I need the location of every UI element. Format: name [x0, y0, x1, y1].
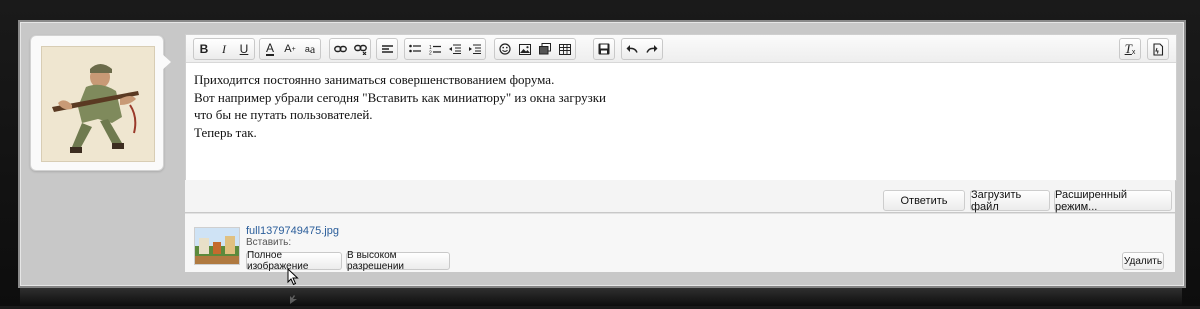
bold-icon[interactable]: B: [194, 39, 214, 59]
toolbar-group-source: [1147, 38, 1169, 60]
upload-file-button[interactable]: Загрузить файл: [970, 189, 1050, 213]
toolbar-group-align: [376, 38, 398, 60]
avatar: [41, 46, 155, 162]
gallery-icon[interactable]: [535, 39, 555, 59]
font-face-icon[interactable]: aa: [300, 39, 320, 59]
bullet-list-icon[interactable]: [405, 39, 425, 59]
toolbar-group-insert: [494, 38, 576, 60]
svg-text:2: 2: [429, 50, 432, 55]
post-text[interactable]: Приходится постоянно заниматься совершен…: [194, 71, 1166, 141]
image-icon[interactable]: [515, 39, 535, 59]
attachment-thumbnail[interactable]: [194, 227, 240, 265]
post-frame: B I U A A + aa 1 2 T x Приходится постоя…: [20, 22, 1184, 286]
clear-format-icon[interactable]: Tx: [1120, 39, 1140, 59]
numbered-list-icon[interactable]: 12: [425, 39, 445, 59]
text-line: Вот например убрали сегодня "Вставить ка…: [194, 89, 606, 105]
action-bar: Ответить Загрузить файл Расширенный режи…: [185, 180, 1175, 213]
advanced-mode-button[interactable]: Расширенный режим...: [1054, 189, 1172, 213]
unlink-icon[interactable]: [350, 39, 370, 59]
toolbar-group-style: B I U: [193, 38, 255, 60]
avatar-card: [30, 35, 164, 171]
avatar-pointer: [161, 53, 171, 71]
attachment-filename-link[interactable]: full1379749475.jpg: [246, 225, 339, 237]
reply-button[interactable]: Ответить: [883, 190, 965, 211]
toolbar-group-link: [329, 38, 371, 60]
insert-high-res-button[interactable]: В высоком разрешении: [346, 250, 450, 272]
editor-toolbar: B I U A A + aa 1 2 T x: [186, 35, 1176, 63]
cursor-reflection-icon: [289, 290, 299, 309]
italic-icon[interactable]: I: [214, 39, 234, 59]
attachment-row: full1379749475.jpg Вставить: Полное изоб…: [185, 213, 1175, 272]
indent-icon[interactable]: [465, 39, 485, 59]
table-icon[interactable]: [555, 39, 575, 59]
delete-attachment-button[interactable]: Удалить: [1122, 252, 1164, 270]
mouse-cursor-icon: [287, 267, 299, 290]
text-line: Приходится постоянно заниматься совершен…: [194, 72, 555, 87]
smiley-icon[interactable]: [495, 39, 515, 59]
text-line: что бы не путать пользователей.: [194, 107, 373, 122]
toolbar-group-history: [621, 38, 663, 60]
frame-reflection: [20, 286, 1182, 306]
link-icon[interactable]: [330, 39, 350, 59]
align-icon[interactable]: [377, 39, 397, 59]
rich-text-editor[interactable]: B I U A A + aa 1 2 T x Приходится постоя…: [185, 34, 1177, 181]
outdent-icon[interactable]: [445, 39, 465, 59]
insert-label: Вставить:: [246, 237, 292, 248]
source-icon[interactable]: [1148, 39, 1168, 59]
undo-icon[interactable]: [622, 39, 642, 59]
toolbar-group-clear: Tx: [1119, 38, 1141, 60]
font-size-icon[interactable]: A +: [280, 39, 300, 59]
font-color-icon[interactable]: A: [260, 39, 280, 59]
underline-icon[interactable]: U: [234, 39, 254, 59]
save-icon[interactable]: [594, 39, 614, 59]
text-line: Теперь так.: [194, 124, 257, 140]
redo-icon[interactable]: [642, 39, 662, 59]
toolbar-group-save: [593, 38, 615, 60]
toolbar-group-list: 12: [404, 38, 486, 60]
toolbar-group-font: A A + aa: [259, 38, 321, 60]
